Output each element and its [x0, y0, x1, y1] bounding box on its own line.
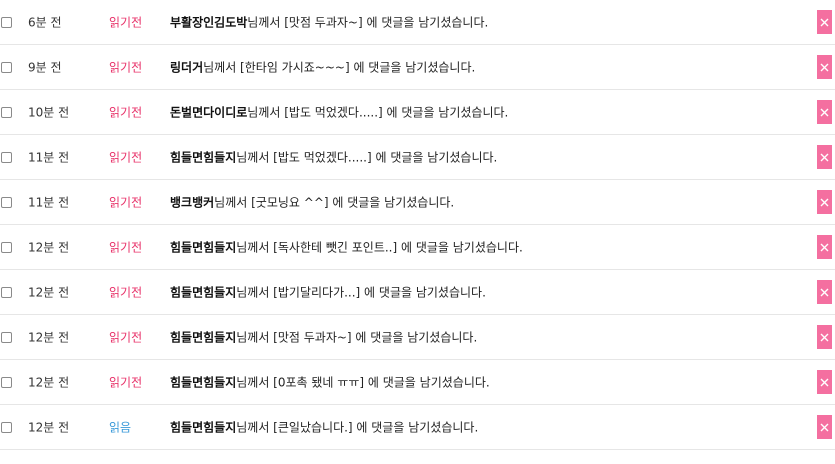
delete-button[interactable]	[817, 325, 832, 349]
commenter-nickname: 힘들면힘들지	[170, 330, 237, 345]
notification-time: 9분 전	[28, 60, 62, 75]
close-icon	[820, 378, 829, 386]
notification-row: 11분 전 읽기전 뱅크뱅커님께서 [굿모닝요 ^^] 에 댓글을 남기셨습니다…	[0, 180, 835, 225]
notification-status: 읽기전	[109, 150, 143, 165]
notification-message[interactable]: 힘들면힘들지님께서 [0포촉 됐네 ㅠㅠ] 에 댓글을 남기셨습니다.	[170, 374, 490, 391]
notification-text: 님께서 [굿모닝요 ^^] 에 댓글을 남기셨습니다.	[214, 195, 455, 210]
notification-list: 6분 전 읽기전 부활장인김도박님께서 [맛점 두과자~] 에 댓글을 남기셨습…	[0, 0, 835, 450]
close-icon	[820, 153, 829, 161]
notification-time: 11분 전	[28, 195, 70, 210]
notification-message[interactable]: 힘들면힘들지님께서 [밥도 먹었겠다.....] 에 댓글을 남기셨습니다.	[170, 149, 497, 166]
notification-time: 12분 전	[28, 330, 70, 345]
close-icon	[820, 288, 829, 296]
commenter-nickname: 부활장인김도박	[170, 15, 248, 30]
notification-text: 님께서 [0포촉 됐네 ㅠㅠ] 에 댓글을 남기셨습니다.	[236, 375, 490, 390]
notification-message[interactable]: 힘들면힘들지님께서 [큰일났습니다.] 에 댓글을 남기셨습니다.	[170, 419, 478, 436]
notification-message[interactable]: 돈벌면다이디로님께서 [밥도 먹었겠다.....] 에 댓글을 남기셨습니다.	[170, 104, 508, 121]
notification-row: 11분 전 읽기전 힘들면힘들지님께서 [밥도 먹었겠다.....] 에 댓글을…	[0, 135, 835, 180]
notification-message[interactable]: 힘들면힘들지님께서 [독사한테 뺏긴 포인트..] 에 댓글을 남기셨습니다.	[170, 239, 523, 256]
notification-status: 읽기전	[109, 195, 143, 210]
notification-time: 10분 전	[28, 105, 70, 120]
row-checkbox[interactable]	[1, 377, 12, 388]
close-icon	[820, 18, 829, 26]
notification-status: 읽기전	[109, 60, 143, 75]
delete-button[interactable]	[817, 10, 832, 34]
notification-row: 12분 전 읽기전 힘들면힘들지님께서 [0포촉 됐네 ㅠㅠ] 에 댓글을 남기…	[0, 360, 835, 405]
notification-status: 읽기전	[109, 330, 143, 345]
notification-row: 12분 전 읽음 힘들면힘들지님께서 [큰일났습니다.] 에 댓글을 남기셨습니…	[0, 405, 835, 450]
notification-time: 12분 전	[28, 420, 70, 435]
close-icon	[820, 333, 829, 341]
notification-text: 님께서 [맛점 두과자~] 에 댓글을 남기셨습니다.	[236, 330, 478, 345]
close-icon	[820, 108, 829, 116]
commenter-nickname: 돈벌면다이디로	[170, 105, 248, 120]
notification-text: 님께서 [밥도 먹었겠다.....] 에 댓글을 남기셨습니다.	[247, 105, 509, 120]
commenter-nickname: 힘들면힘들지	[170, 375, 237, 390]
notification-text: 님께서 [한타임 가시죠~~~] 에 댓글을 남기셨습니다.	[203, 60, 476, 75]
delete-button[interactable]	[817, 190, 832, 214]
commenter-nickname: 힘들면힘들지	[170, 150, 237, 165]
notification-text: 님께서 [밥도 먹었겠다.....] 에 댓글을 남기셨습니다.	[236, 150, 498, 165]
delete-button[interactable]	[817, 415, 832, 439]
notification-time: 6분 전	[28, 15, 62, 30]
notification-status: 읽기전	[109, 375, 143, 390]
close-icon	[820, 423, 829, 431]
notification-row: 12분 전 읽기전 힘들면힘들지님께서 [독사한테 뺏긴 포인트..] 에 댓글…	[0, 225, 835, 270]
row-checkbox[interactable]	[1, 197, 12, 208]
notification-message[interactable]: 링더거님께서 [한타임 가시죠~~~] 에 댓글을 남기셨습니다.	[170, 59, 475, 76]
delete-button[interactable]	[817, 370, 832, 394]
row-checkbox[interactable]	[1, 107, 12, 118]
row-checkbox[interactable]	[1, 242, 12, 253]
notification-status: 읽기전	[109, 105, 143, 120]
commenter-nickname: 힘들면힘들지	[170, 285, 237, 300]
notification-status: 읽기전	[109, 240, 143, 255]
delete-button[interactable]	[817, 145, 832, 169]
commenter-nickname: 링더거	[170, 60, 204, 75]
commenter-nickname: 힘들면힘들지	[170, 240, 237, 255]
delete-button[interactable]	[817, 100, 832, 124]
notification-row: 10분 전 읽기전 돈벌면다이디로님께서 [밥도 먹었겠다.....] 에 댓글…	[0, 90, 835, 135]
notification-row: 12분 전 읽기전 힘들면힘들지님께서 [밥기달리다가...] 에 댓글을 남기…	[0, 270, 835, 315]
row-checkbox[interactable]	[1, 332, 12, 343]
notification-time: 12분 전	[28, 240, 70, 255]
notification-status: 읽기전	[109, 15, 143, 30]
row-checkbox[interactable]	[1, 152, 12, 163]
row-checkbox[interactable]	[1, 62, 12, 73]
delete-button[interactable]	[817, 235, 832, 259]
commenter-nickname: 힘들면힘들지	[170, 420, 237, 435]
notification-text: 님께서 [독사한테 뺏긴 포인트..] 에 댓글을 남기셨습니다.	[236, 240, 523, 255]
notification-time: 12분 전	[28, 375, 70, 390]
notification-row: 9분 전 읽기전 링더거님께서 [한타임 가시죠~~~] 에 댓글을 남기셨습니…	[0, 45, 835, 90]
notification-message[interactable]: 힘들면힘들지님께서 [맛점 두과자~] 에 댓글을 남기셨습니다.	[170, 329, 477, 346]
commenter-nickname: 뱅크뱅커	[170, 195, 215, 210]
notification-text: 님께서 [밥기달리다가...] 에 댓글을 남기셨습니다.	[236, 285, 486, 300]
close-icon	[820, 63, 829, 71]
delete-button[interactable]	[817, 55, 832, 79]
close-icon	[820, 243, 829, 251]
notification-message[interactable]: 부활장인김도박님께서 [맛점 두과자~] 에 댓글을 남기셨습니다.	[170, 14, 488, 31]
notification-time: 12분 전	[28, 285, 70, 300]
notification-status: 읽음	[109, 420, 132, 435]
close-icon	[820, 198, 829, 206]
notification-message[interactable]: 힘들면힘들지님께서 [밥기달리다가...] 에 댓글을 남기셨습니다.	[170, 284, 486, 301]
notification-row: 6분 전 읽기전 부활장인김도박님께서 [맛점 두과자~] 에 댓글을 남기셨습…	[0, 0, 835, 45]
notification-text: 님께서 [큰일났습니다.] 에 댓글을 남기셨습니다.	[236, 420, 479, 435]
notification-message[interactable]: 뱅크뱅커님께서 [굿모닝요 ^^] 에 댓글을 남기셨습니다.	[170, 194, 454, 211]
row-checkbox[interactable]	[1, 422, 12, 433]
notification-status: 읽기전	[109, 285, 143, 300]
row-checkbox[interactable]	[1, 287, 12, 298]
notification-time: 11분 전	[28, 150, 70, 165]
notification-row: 12분 전 읽기전 힘들면힘들지님께서 [맛점 두과자~] 에 댓글을 남기셨습…	[0, 315, 835, 360]
row-checkbox[interactable]	[1, 17, 12, 28]
delete-button[interactable]	[817, 280, 832, 304]
notification-text: 님께서 [맛점 두과자~] 에 댓글을 남기셨습니다.	[247, 15, 489, 30]
